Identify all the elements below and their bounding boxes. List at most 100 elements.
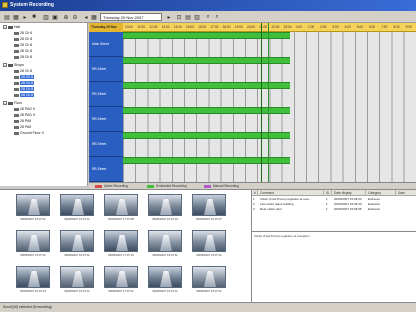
snapshot-image[interactable] xyxy=(60,266,94,288)
timeline-row[interactable]: Main Street xyxy=(89,32,416,57)
snapshot-thumbnail[interactable]: 09/05/2007 17:07:08 xyxy=(104,194,138,222)
snapshot-thumbnail[interactable]: 09/05/2007 15:07:11 xyxy=(192,266,226,294)
scheduled-recording-bar[interactable] xyxy=(123,157,290,164)
snapshot-thumbnail[interactable]: 09/05/2007 15:07:11 xyxy=(192,230,226,258)
snapshot-image[interactable] xyxy=(192,230,226,252)
snapshot-caption: 09/05/2007 15:07:11 xyxy=(64,217,90,221)
next-day-icon[interactable]: ▸ xyxy=(165,13,173,21)
timeline-row-label[interactable]: RB Street xyxy=(89,57,123,82)
recording-timeline: 10:00 11:00 12:00 13:00 14:00 15:00 16:00 17:00… xyxy=(89,23,416,182)
tree-camera[interactable]: 28 PA9 xyxy=(14,119,31,124)
timeline-row[interactable]: RB Street xyxy=(89,57,416,82)
timeline-row[interactable]: RB Street xyxy=(89,132,416,157)
scheduled-recording-bar[interactable] xyxy=(123,132,290,139)
timeline-row[interactable]: RB Street xyxy=(89,82,416,107)
snapshot-image[interactable] xyxy=(60,194,94,216)
scheduled-recording-bar[interactable] xyxy=(123,57,290,64)
snapshot-thumbnail[interactable]: 09/05/2007 15:07:07 xyxy=(192,194,226,222)
timeline-row-label[interactable]: RB Street xyxy=(89,82,123,107)
timeline-row-label[interactable]: RB Street xyxy=(89,157,123,182)
col-date[interactable]: Date xyxy=(396,190,416,196)
snapshot-image[interactable] xyxy=(16,194,50,216)
snapshot-image[interactable] xyxy=(148,230,182,252)
tree-camera-selected[interactable]: 28 Ch 8 xyxy=(14,75,35,80)
timeline-row[interactable]: RB Street xyxy=(89,107,416,132)
print-icon[interactable]: ▤ xyxy=(184,13,192,21)
snapshot-image[interactable] xyxy=(104,266,138,288)
date-field[interactable]: Thursday 20 Nov 2007 xyxy=(100,13,162,21)
save-icon[interactable]: ▦ xyxy=(12,13,20,21)
open-icon[interactable]: ▤ xyxy=(3,13,11,21)
timeline-hour-label: 15:00 xyxy=(186,25,194,29)
grid-icon[interactable]: ▥ xyxy=(42,13,50,21)
col-date-display[interactable]: Date display xyxy=(332,190,366,196)
scheduled-recording-bar[interactable] xyxy=(123,82,290,89)
snapshot-thumbnail[interactable]: 09/05/2007 15:07:11 xyxy=(16,194,50,222)
snapshot-image[interactable] xyxy=(60,230,94,252)
col-comment[interactable]: Comment xyxy=(258,190,324,196)
tree-camera[interactable]: 28 PAG 9 xyxy=(14,107,35,112)
snapshot-image[interactable] xyxy=(104,194,138,216)
snapshot-thumbnail[interactable]: 09/05/2007 16:07:11 xyxy=(60,230,94,258)
tree-camera[interactable]: 28 PAG 9 xyxy=(14,113,35,118)
snapshot-thumbnail[interactable]: 09/05/2007 15:07:14 xyxy=(16,266,50,294)
zoom-out-icon[interactable]: ⊖ xyxy=(71,13,79,21)
calendar-icon[interactable]: ▦ xyxy=(90,13,98,21)
tree-camera[interactable]: Ground Floor X xyxy=(14,131,44,136)
snapshot-image[interactable] xyxy=(16,230,50,252)
search-next-icon[interactable]: ⌕ xyxy=(213,13,221,21)
tree-camera[interactable]: 28 Ch 8 xyxy=(14,43,32,48)
timeline-cursor-end[interactable] xyxy=(268,23,269,182)
stop-icon[interactable]: ■ xyxy=(30,13,38,21)
snapshot-thumbnail[interactable]: 09/05/2007 15:07:04 xyxy=(148,194,182,222)
timeline-row-label[interactable]: RB Street xyxy=(89,107,123,132)
timeline-hour-label: 9:00 xyxy=(405,25,412,29)
snapshot-thumbnail[interactable]: 09/05/2007 15:07:11 xyxy=(148,230,182,258)
tree-camera[interactable]: 28 Ch 8 xyxy=(14,69,32,74)
timeline-row-label[interactable]: RB Street xyxy=(89,132,123,157)
timeline-row-label[interactable]: Main Street xyxy=(89,32,123,57)
tree-camera[interactable]: 28 Ch 8 xyxy=(14,37,32,42)
play-icon[interactable]: ▸ xyxy=(21,13,29,21)
tree-group-floor[interactable]: − Floor xyxy=(3,101,22,106)
tree-camera[interactable]: 28 Ch 6 xyxy=(14,31,32,36)
tree-camera-selected[interactable]: 28 Ch 8 xyxy=(14,81,35,86)
event-detail-text: Visitor (Fred Pocos) registere at recept… xyxy=(254,234,310,238)
col-id[interactable]: ID xyxy=(324,190,332,196)
snapshot-thumbnail[interactable]: 09/05/2007 17:07:11 xyxy=(104,266,138,294)
tree-camera[interactable]: 28 Ch 8 xyxy=(14,55,32,60)
snapshot-caption: 09/05/2007 17:07:11 xyxy=(108,289,134,293)
zoom-in-icon[interactable]: ⊕ xyxy=(62,13,70,21)
tree-camera[interactable]: 28 PA9 xyxy=(14,125,31,130)
tree-camera[interactable]: 28 Ch 8 xyxy=(14,49,32,54)
snapshot-image[interactable] xyxy=(148,266,182,288)
snapshot-image[interactable] xyxy=(192,194,226,216)
export-icon[interactable]: ▥ xyxy=(193,13,201,21)
timeline-row[interactable]: RB Street xyxy=(89,157,416,182)
tree-camera-selected[interactable]: 28 Ch 8 xyxy=(14,93,35,98)
search-icon[interactable]: ⌕ xyxy=(204,13,212,21)
snapshot-thumbnail[interactable]: 09/05/2007 15:07:11 xyxy=(148,266,182,294)
snapshot-thumbnail[interactable]: 09/05/2007 15:07:11 xyxy=(16,230,50,258)
snapshot-thumbnail[interactable]: 09/05/2007 15:07:11 xyxy=(60,194,94,222)
tree-group-hall[interactable]: − Hall xyxy=(3,25,20,30)
snapshot-image[interactable] xyxy=(192,266,226,288)
snapshot-image[interactable] xyxy=(104,230,138,252)
layout-icon[interactable]: ▣ xyxy=(51,13,59,21)
timeline-hour-label: 12:00 xyxy=(149,25,158,29)
back-icon[interactable]: ◂ xyxy=(82,13,90,21)
snapshot-thumbnail[interactable]: 09/05/2007 17:07:16 xyxy=(104,230,138,258)
snapshot-caption: 09/05/2007 15:07:11 xyxy=(152,289,178,293)
zoom-fit-icon[interactable]: ⊡ xyxy=(175,13,183,21)
scheduled-recording-bar[interactable] xyxy=(123,107,290,114)
snapshot-thumbnail[interactable]: 09/05/2007 15:07:11 xyxy=(60,266,94,294)
tree-camera-selected[interactable]: 28 Ch 8 xyxy=(14,87,35,92)
snapshot-caption: 09/05/2007 16:07:11 xyxy=(64,253,90,257)
scheduled-recording-bar[interactable] xyxy=(123,32,290,39)
snapshot-image[interactable] xyxy=(148,194,182,216)
timeline-cursor[interactable] xyxy=(261,23,262,182)
col-category[interactable]: Category xyxy=(366,190,396,196)
tree-group-shops[interactable]: − Shops xyxy=(3,63,24,68)
snapshot-image[interactable] xyxy=(16,266,50,288)
event-row[interactable]: 3 Rear visitor door 1 20/05/2007 15:09:55 En… xyxy=(252,207,416,212)
